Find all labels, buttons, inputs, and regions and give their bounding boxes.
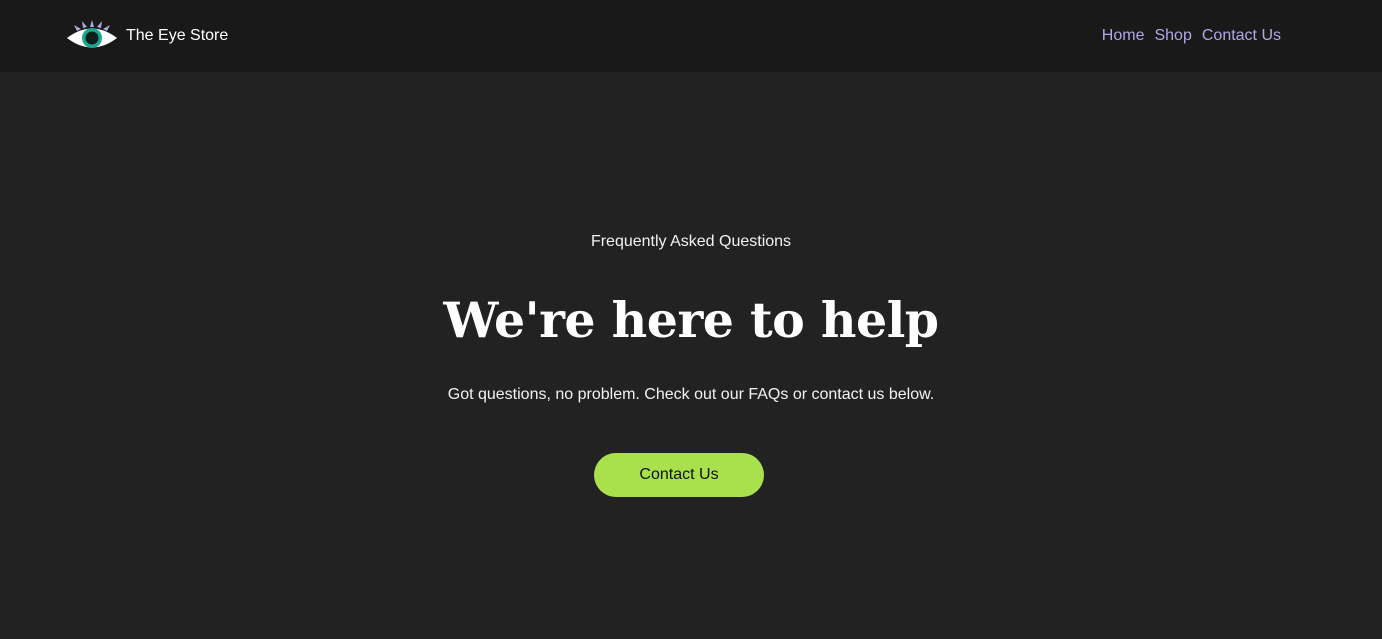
contact-us-button[interactable]: Contact Us (594, 453, 764, 497)
brand-home-link[interactable]: The Eye Store (66, 19, 228, 53)
hero-eyebrow: Frequently Asked Questions (590, 233, 792, 250)
site-header: The Eye Store Home Shop Contact Us (0, 0, 1382, 72)
hero-subtitle: Got questions, no problem. Check out our… (447, 386, 935, 403)
faq-hero-section: Frequently Asked Questions We're here to… (0, 72, 1382, 639)
hero-title: We're here to help (443, 291, 939, 349)
main-nav: Home Shop Contact Us (1102, 24, 1281, 48)
nav-link-home[interactable]: Home (1102, 24, 1145, 48)
brand-name: The Eye Store (126, 27, 229, 44)
nav-link-shop[interactable]: Shop (1154, 24, 1191, 48)
eye-icon (67, 20, 117, 48)
nav-link-contact-us[interactable]: Contact Us (1202, 24, 1281, 48)
